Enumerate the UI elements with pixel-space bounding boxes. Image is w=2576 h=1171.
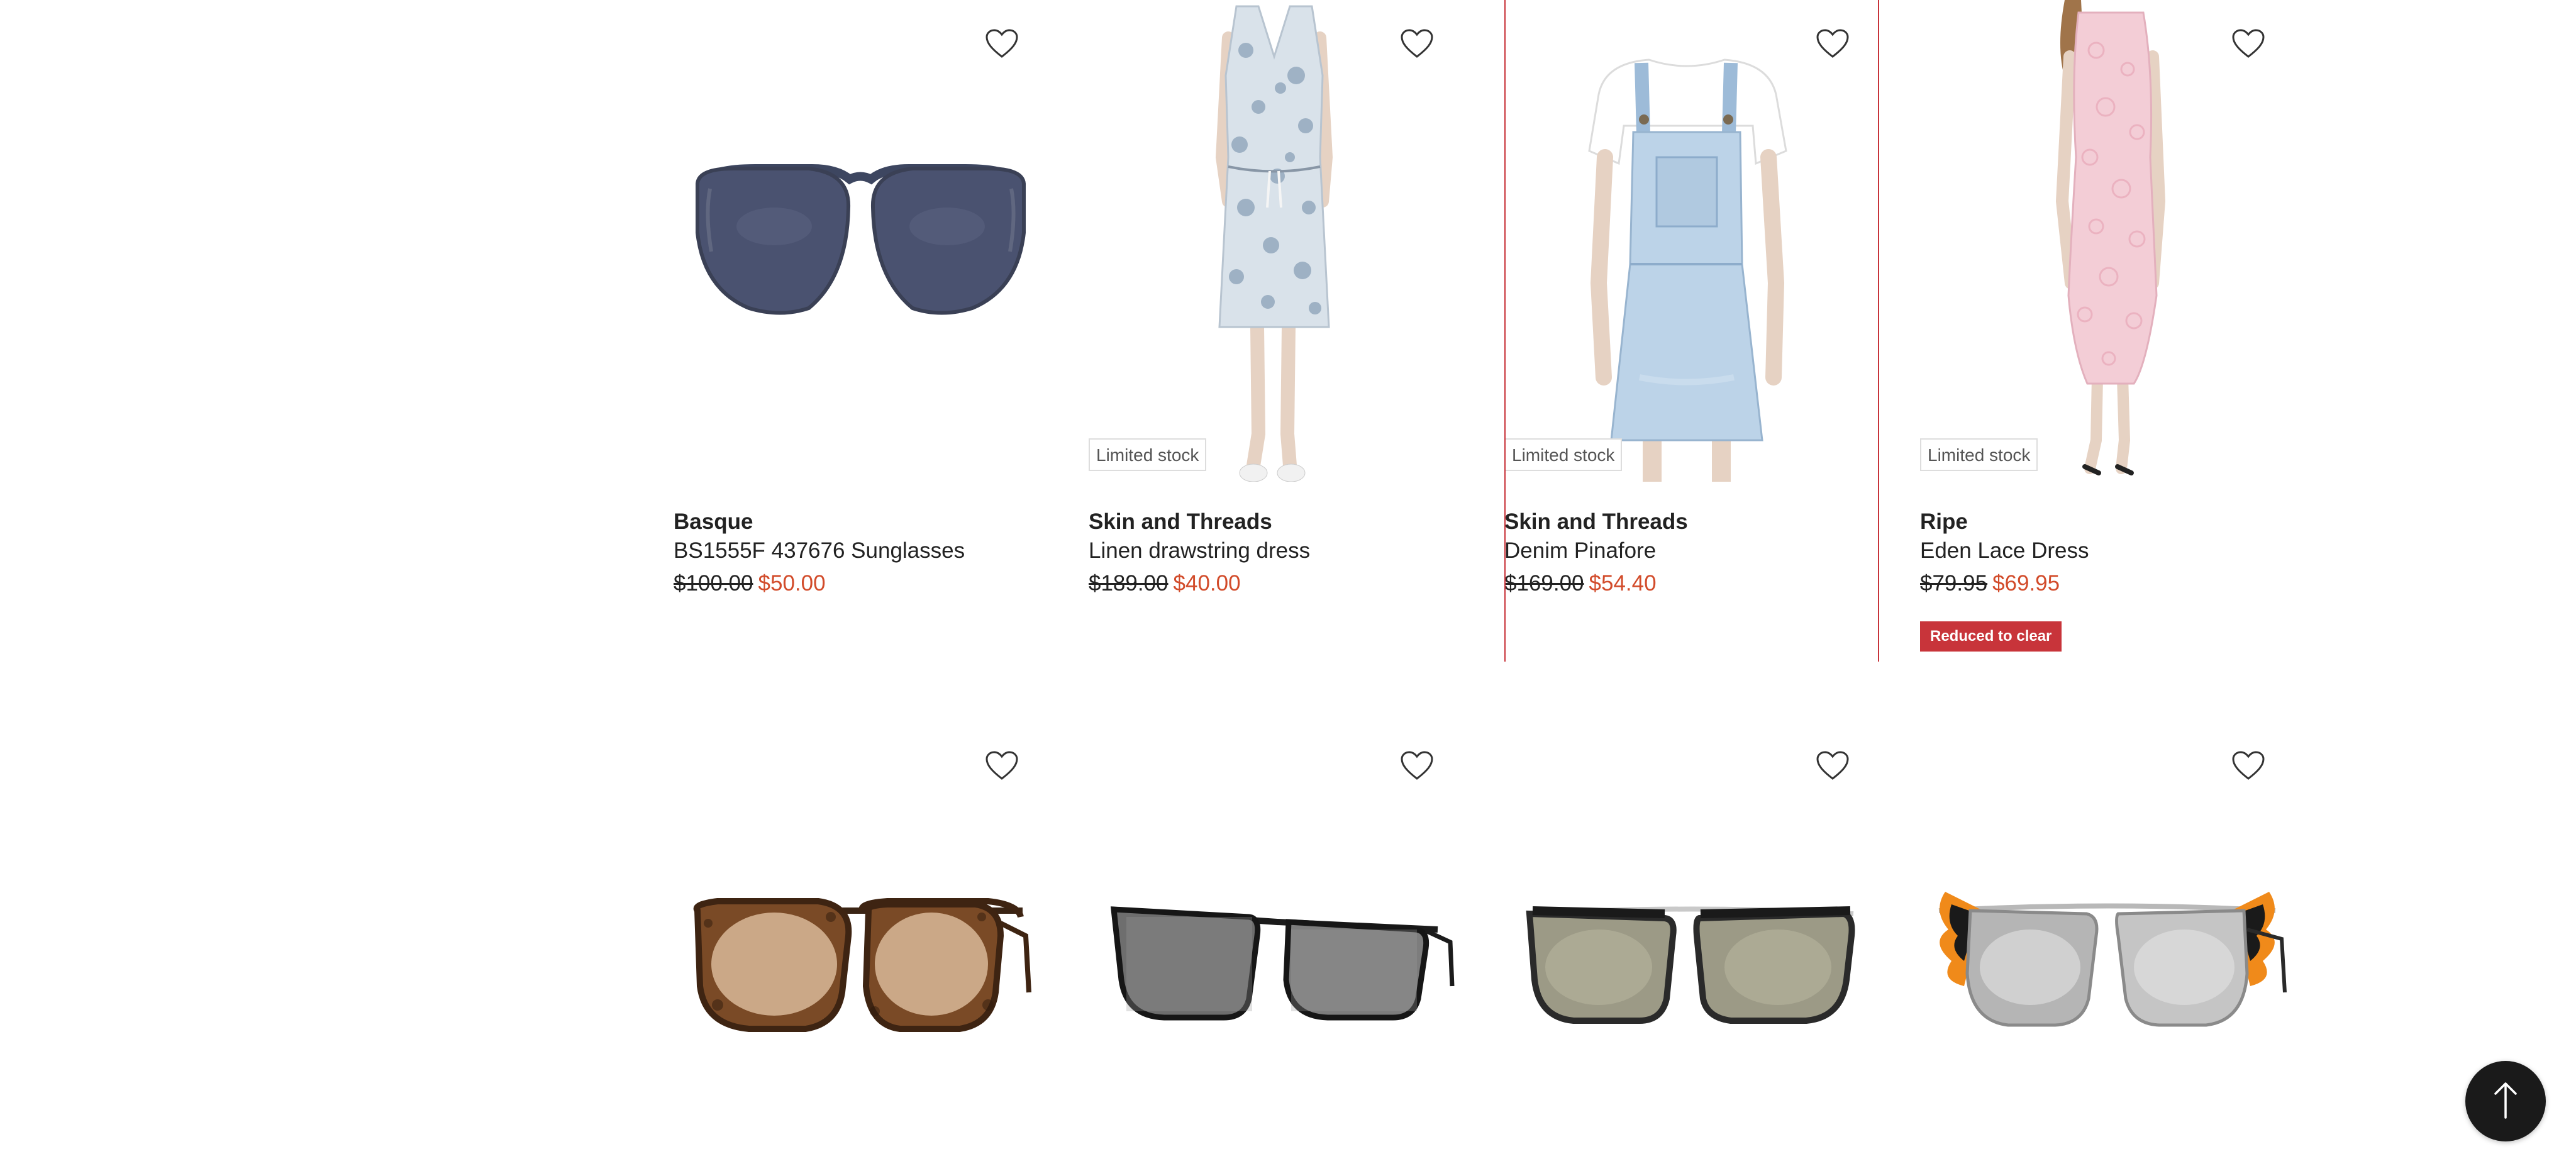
price-row: $189.00 $40.00 bbox=[1089, 571, 1241, 596]
heart-outline-icon bbox=[1816, 750, 1850, 784]
heart-outline-icon bbox=[2231, 28, 2265, 62]
sale-price: $54.40 bbox=[1589, 571, 1657, 596]
product-grid-page: Basque BS1555F 437676 Sunglasses $100.00… bbox=[0, 0, 2576, 1171]
wishlist-button[interactable] bbox=[2224, 743, 2272, 791]
wishlist-button[interactable] bbox=[1809, 743, 1857, 791]
price-row: $100.00 $50.00 bbox=[674, 571, 826, 596]
limited-stock-badge: Limited stock bbox=[1089, 438, 1207, 471]
limited-stock-badge: Limited stock bbox=[1504, 438, 1623, 471]
original-price: $79.95 bbox=[1920, 571, 1988, 596]
sale-price: $50.00 bbox=[758, 571, 826, 596]
product-image[interactable] bbox=[1920, 0, 2294, 482]
wishlist-button[interactable] bbox=[2224, 21, 2272, 69]
wishlist-button[interactable] bbox=[978, 743, 1026, 791]
product-image[interactable] bbox=[674, 722, 1048, 1171]
original-price: $100.00 bbox=[674, 571, 753, 596]
sale-price: $40.00 bbox=[1173, 571, 1241, 596]
heart-outline-icon bbox=[1816, 28, 1850, 62]
product-image[interactable] bbox=[1089, 0, 1463, 482]
heart-outline-icon bbox=[1400, 750, 1434, 784]
wishlist-button[interactable] bbox=[978, 21, 1026, 69]
product-name[interactable]: Eden Lace Dress bbox=[1920, 538, 2089, 563]
original-price: $189.00 bbox=[1089, 571, 1169, 596]
product-brand[interactable]: Skin and Threads bbox=[1504, 509, 1688, 535]
product-name[interactable]: Linen drawstring dress bbox=[1089, 538, 1310, 563]
wishlist-button[interactable] bbox=[1809, 21, 1857, 69]
product-image[interactable] bbox=[674, 0, 1048, 482]
product-image[interactable] bbox=[1920, 722, 2294, 1171]
wishlist-button[interactable] bbox=[1393, 21, 1441, 69]
reduced-to-clear-badge: Reduced to clear bbox=[1920, 621, 2062, 652]
heart-outline-icon bbox=[985, 750, 1019, 784]
product-name[interactable]: Denim Pinafore bbox=[1504, 538, 1656, 563]
heart-outline-icon bbox=[1400, 28, 1434, 62]
sale-price: $69.95 bbox=[1992, 571, 2060, 596]
arrow-up-icon bbox=[2493, 1080, 2518, 1123]
product-name[interactable]: BS1555F 437676 Sunglasses bbox=[674, 538, 965, 563]
heart-outline-icon bbox=[2231, 750, 2265, 784]
price-row: $79.95 $69.95 bbox=[1920, 571, 2060, 596]
product-image[interactable] bbox=[1504, 0, 1879, 482]
product-brand[interactable]: Basque bbox=[674, 509, 753, 535]
product-image[interactable] bbox=[1089, 722, 1463, 1171]
original-price: $169.00 bbox=[1504, 571, 1584, 596]
product-brand[interactable]: Skin and Threads bbox=[1089, 509, 1272, 535]
product-brand[interactable]: Ripe bbox=[1920, 509, 1968, 535]
wishlist-button[interactable] bbox=[1393, 743, 1441, 791]
heart-outline-icon bbox=[985, 28, 1019, 62]
back-to-top-button[interactable] bbox=[2465, 1061, 2546, 1141]
price-row: $169.00 $54.40 bbox=[1504, 571, 1657, 596]
product-image[interactable] bbox=[1504, 722, 1879, 1171]
limited-stock-badge: Limited stock bbox=[1920, 438, 2038, 471]
